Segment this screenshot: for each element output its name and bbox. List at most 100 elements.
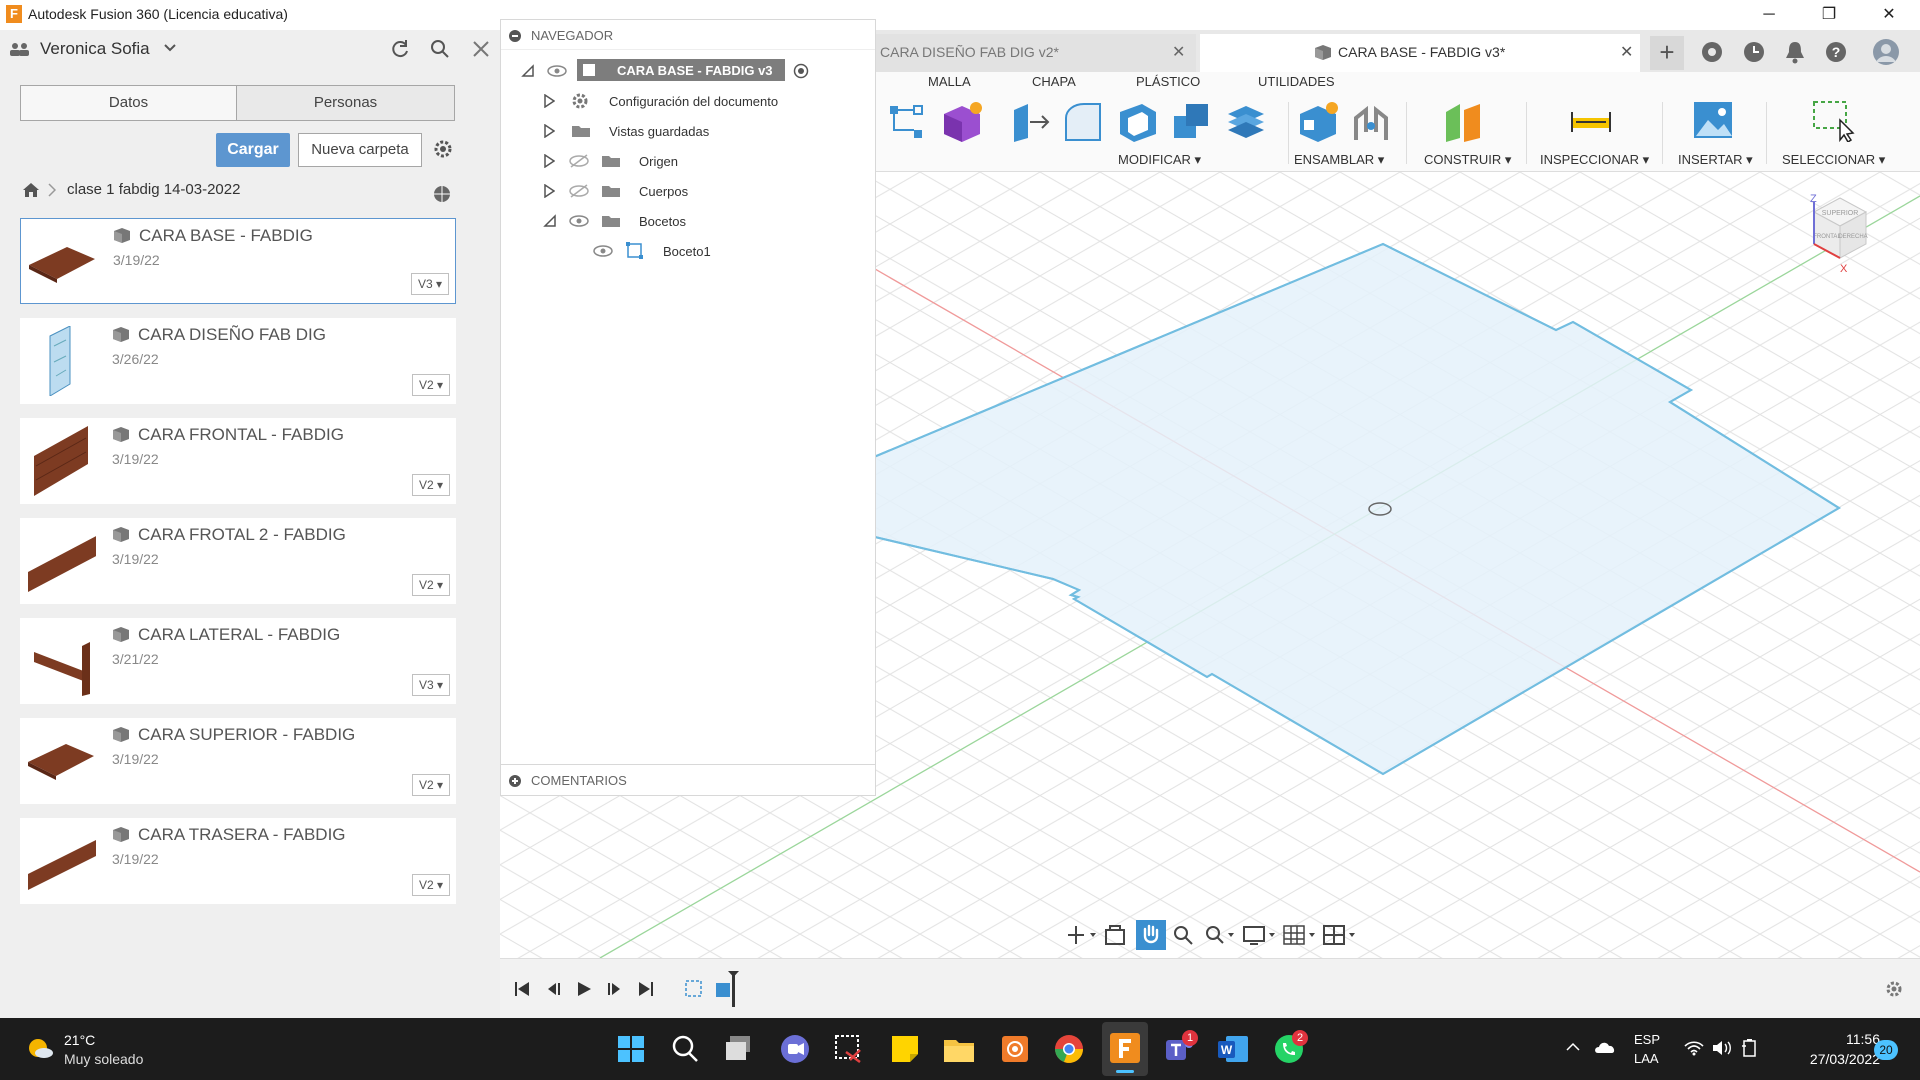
screen-recorder-icon[interactable] (998, 1032, 1032, 1066)
step-forward-icon[interactable] (606, 981, 622, 997)
job-status-icon[interactable] (1742, 40, 1766, 64)
user-name[interactable]: Veronica Sofia (40, 39, 150, 59)
sticky-notes-icon[interactable] (888, 1032, 922, 1066)
input-layout[interactable]: LAA (1634, 1051, 1659, 1066)
insert-menu[interactable]: INSERTAR ▾ (1678, 152, 1753, 168)
version-dropdown[interactable]: V2 ▾ (412, 774, 450, 796)
tab-chapa[interactable]: CHAPA (1032, 74, 1076, 89)
close-panel-icon[interactable] (472, 40, 490, 58)
collapsed-triangle-icon[interactable] (543, 124, 555, 138)
battery-icon[interactable] (1740, 1038, 1760, 1058)
orbit-icon[interactable] (1066, 924, 1096, 946)
version-dropdown[interactable]: V3 ▾ (411, 273, 449, 295)
viewports-icon[interactable] (1322, 924, 1356, 946)
look-at-icon[interactable] (1104, 924, 1126, 946)
activate-radio-icon[interactable] (793, 63, 809, 79)
tab-utilidades[interactable]: UTILIDADES (1258, 74, 1335, 89)
tab-data[interactable]: Datos (20, 85, 237, 121)
refresh-icon[interactable] (390, 39, 410, 59)
search-icon[interactable] (430, 39, 450, 59)
assemble-menu[interactable]: ENSAMBLAR ▾ (1294, 152, 1384, 168)
close-button[interactable]: ✕ (1866, 0, 1912, 30)
globe-icon[interactable] (432, 184, 452, 204)
teams-chat-icon[interactable] (778, 1032, 812, 1066)
show-hidden-icons-chevron[interactable] (1566, 1042, 1580, 1052)
joint-icon[interactable] (1350, 100, 1392, 142)
measure-icon[interactable] (1570, 108, 1612, 134)
tab-cara-base[interactable]: CARA BASE - FABDIG v3* ✕ (1200, 34, 1640, 72)
go-to-end-icon[interactable] (638, 981, 654, 997)
select-menu[interactable]: SELECCIONAR ▾ (1782, 152, 1885, 168)
version-dropdown[interactable]: V2 ▾ (412, 574, 450, 596)
weather-description[interactable]: Muy soleado (64, 1051, 143, 1067)
combine-icon[interactable] (1170, 100, 1212, 142)
navigator-item-origin[interactable]: Origen (501, 146, 875, 176)
navigator-item-bodies[interactable]: Cuerpos (501, 176, 875, 206)
eye-icon[interactable] (547, 64, 567, 78)
play-icon[interactable] (576, 981, 592, 997)
shell-icon[interactable] (1116, 100, 1158, 142)
expanded-triangle-icon[interactable] (521, 64, 535, 78)
fusion-taskbar-active[interactable] (1102, 1022, 1148, 1076)
navigator-header[interactable]: NAVEGADOR (501, 20, 875, 50)
go-to-start-icon[interactable] (514, 981, 530, 997)
file-card[interactable]: CARA DISEÑO FAB DIG 3/26/22 V2 ▾ (20, 318, 456, 404)
offset-face-icon[interactable] (1224, 100, 1266, 142)
new-folder-button[interactable]: Nueva carpeta (298, 133, 422, 167)
extensions-icon[interactable] (1700, 40, 1724, 64)
eye-hidden-icon[interactable] (569, 184, 589, 198)
version-dropdown[interactable]: V2 ▾ (412, 874, 450, 896)
timeline-sketch-icon[interactable] (682, 977, 706, 1001)
help-icon[interactable]: ? (1824, 40, 1848, 64)
timeline-settings-icon[interactable] (1884, 979, 1904, 999)
home-icon[interactable] (22, 182, 40, 198)
notification-count-badge[interactable]: 20 (1874, 1040, 1898, 1060)
view-cube[interactable]: SUPERIOR FRONTAL DERECHA Z X (1796, 192, 1886, 282)
inspect-menu[interactable]: INSPECCIONAR ▾ (1540, 152, 1649, 168)
tab-malla[interactable]: MALLA (928, 74, 971, 89)
modify-menu[interactable]: MODIFICAR ▾ (1118, 152, 1201, 168)
avatar[interactable] (1872, 38, 1900, 66)
timeline-marker-icon[interactable] (710, 971, 740, 1007)
minimize-button[interactable]: ─ (1746, 0, 1792, 30)
input-language[interactable]: ESP (1634, 1032, 1660, 1047)
new-component-icon[interactable] (1296, 100, 1340, 142)
select-icon[interactable] (1812, 100, 1856, 142)
fillet-icon[interactable] (1062, 100, 1104, 142)
chevron-down-icon[interactable] (164, 44, 176, 52)
create-sketch-icon[interactable] (886, 102, 926, 142)
display-settings-icon[interactable] (1242, 924, 1276, 946)
file-card[interactable]: CARA FROTAL 2 - FABDIG 3/19/22 V2 ▾ (20, 518, 456, 604)
notifications-icon[interactable] (1784, 40, 1806, 64)
new-tab-icon[interactable]: + (1650, 36, 1684, 70)
collapsed-triangle-icon[interactable] (543, 184, 555, 198)
press-pull-icon[interactable] (1008, 100, 1050, 142)
close-tab-icon[interactable]: ✕ (1620, 42, 1633, 62)
expanded-triangle-icon[interactable] (543, 214, 557, 228)
clock-time[interactable]: 11:56 (1820, 1031, 1880, 1047)
search-icon[interactable] (668, 1032, 702, 1066)
navigator-item-saved-views[interactable]: Vistas guardadas (501, 116, 875, 146)
navigator-item-sketches[interactable]: Bocetos (501, 206, 875, 236)
file-card[interactable]: CARA TRASERA - FABDIG 3/19/22 V2 ▾ (20, 818, 456, 904)
version-dropdown[interactable]: V3 ▾ (412, 674, 450, 696)
eye-icon[interactable] (593, 244, 613, 258)
gear-icon[interactable] (432, 138, 454, 160)
file-card[interactable]: CARA LATERAL - FABDIG 3/21/22 V3 ▾ (20, 618, 456, 704)
snipping-tool-icon[interactable] (832, 1032, 866, 1066)
tab-people[interactable]: Personas (236, 85, 455, 121)
tab-cara-diseno[interactable]: CARA DISEÑO FAB DIG v2* ✕ (876, 34, 1196, 72)
step-back-icon[interactable] (546, 981, 562, 997)
volume-icon[interactable] (1712, 1040, 1732, 1056)
collapsed-triangle-icon[interactable] (543, 94, 555, 108)
insert-image-icon[interactable] (1692, 100, 1734, 142)
wifi-icon[interactable] (1684, 1040, 1704, 1056)
file-explorer-icon[interactable] (942, 1032, 976, 1066)
file-card[interactable]: CARA FRONTAL - FABDIG 3/19/22 V2 ▾ (20, 418, 456, 504)
navigator-item-sketch1[interactable]: Boceto1 (501, 236, 875, 266)
construct-menu[interactable]: CONSTRUIR ▾ (1424, 152, 1511, 168)
collapsed-triangle-icon[interactable] (543, 154, 555, 168)
version-dropdown[interactable]: V2 ▾ (412, 474, 450, 496)
navigator-item-settings[interactable]: Configuración del documento (501, 86, 875, 116)
eye-hidden-icon[interactable] (569, 154, 589, 168)
